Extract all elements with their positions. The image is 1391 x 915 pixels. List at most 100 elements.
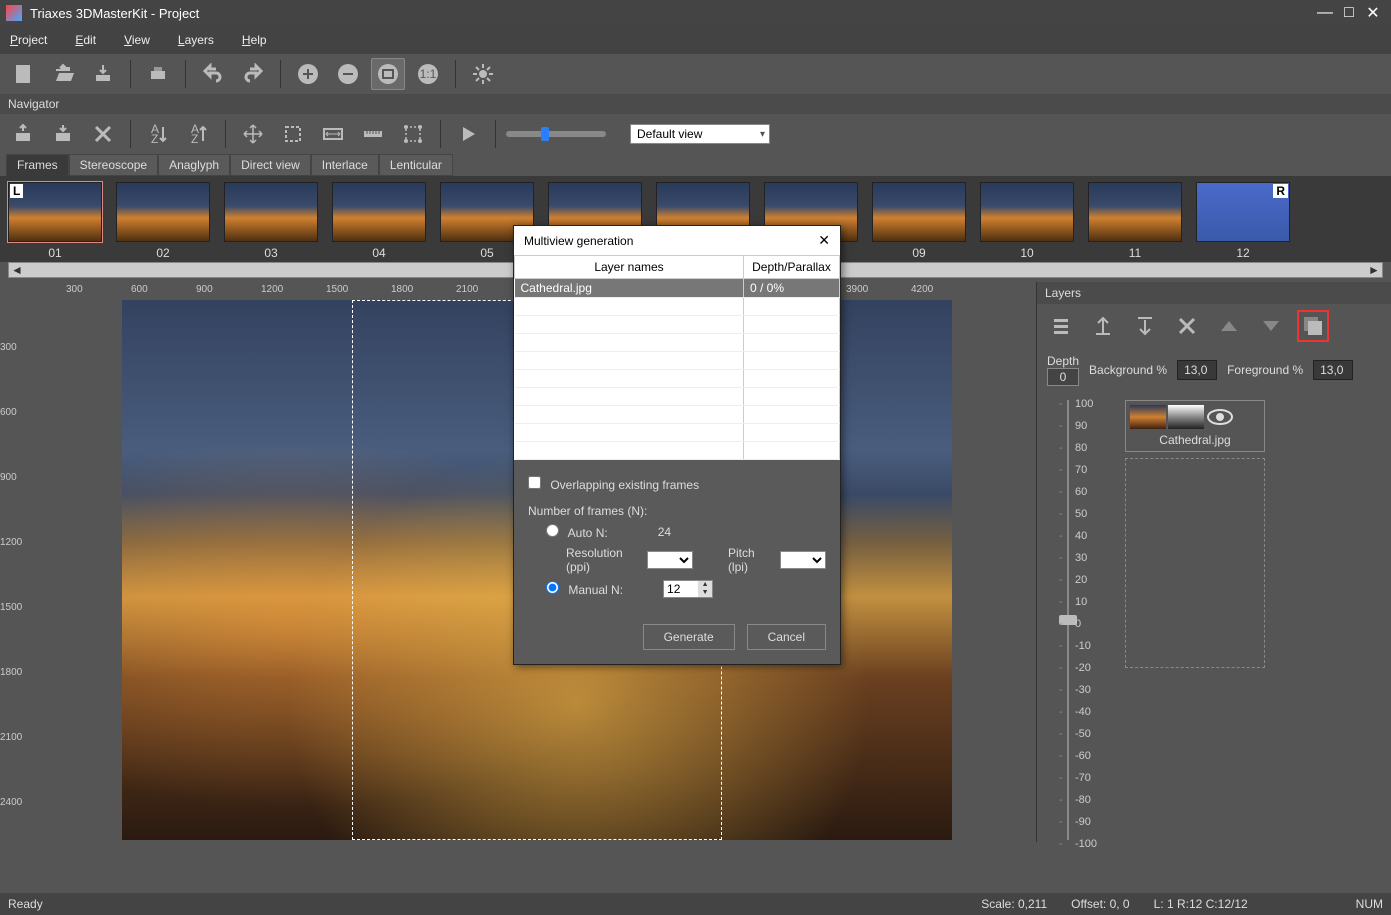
close-button[interactable]: ✕ [1361,3,1385,23]
sort-desc-button[interactable]: AZ [181,118,215,150]
layer-delete-button[interactable] [1171,310,1203,342]
foreground-input[interactable] [1313,360,1353,380]
dialog-close-button[interactable]: ✕ [818,232,830,249]
menu-view[interactable]: View [124,33,150,47]
add-frame-button[interactable] [6,118,40,150]
depth-slider[interactable]: 100 90 80 70 60 50 40 30 20 10 0 -10 -20… [1045,400,1115,840]
menu-edit[interactable]: Edit [75,33,96,47]
multiview-dialog: Multiview generation ✕ Layer namesDepth/… [513,225,841,665]
layer-name: Cathedral.jpg [1130,433,1260,447]
speed-slider[interactable] [506,131,606,137]
new-project-button[interactable] [6,58,40,90]
frame-10[interactable]: 10 [980,182,1074,260]
layer-move-up-button[interactable] [1213,310,1245,342]
frame-03[interactable]: 03 [224,182,318,260]
manual-n-radio[interactable]: Manual N: [546,581,623,597]
scroll-left-icon[interactable]: ◄ [9,263,25,277]
table-row[interactable] [515,352,840,370]
save-project-button[interactable] [86,58,120,90]
table-row[interactable] [515,442,840,460]
auto-n-value: 24 [658,525,671,539]
tab-frames[interactable]: Frames [6,154,69,176]
frame-01[interactable]: 01 [8,182,102,260]
settings-button[interactable] [466,58,500,90]
delete-frame-button[interactable] [86,118,120,150]
layer-up-arrow-button[interactable] [1087,310,1119,342]
tab-interlace[interactable]: Interlace [311,154,379,176]
frame-12[interactable]: 12 [1196,182,1290,260]
table-row[interactable] [515,424,840,442]
resolution-select[interactable] [647,551,693,569]
overlap-checkbox[interactable]: Overlapping existing frames [528,476,699,492]
zoom-in-button[interactable] [291,58,325,90]
layer-drop-area[interactable] [1125,458,1265,668]
tab-lenticular[interactable]: Lenticular [379,154,453,176]
tab-stereoscope[interactable]: Stereoscope [69,154,158,176]
layer-thumb-icon [1130,405,1166,429]
manual-n-input[interactable]: ▲▼ [663,580,713,598]
play-button[interactable] [451,118,485,150]
move-button[interactable] [236,118,270,150]
status-ready: Ready [8,897,43,911]
frame-09[interactable]: 09 [872,182,966,260]
status-num: NUM [1356,897,1383,911]
menu-project[interactable]: Project [10,33,47,47]
menu-bar: Project Edit View Layers Help [0,26,1391,54]
measure-button[interactable] [356,118,390,150]
export-frame-button[interactable] [46,118,80,150]
fit-window-button[interactable] [371,58,405,90]
pitch-select[interactable] [780,551,826,569]
print-button[interactable] [141,58,175,90]
layer-down-arrow-button[interactable] [1129,310,1161,342]
generate-button[interactable]: Generate [643,624,735,650]
frame-04[interactable]: 04 [332,182,426,260]
view-dropdown[interactable]: Default view [630,124,770,144]
layer-align-button[interactable] [1045,310,1077,342]
minimize-button[interactable]: — [1313,4,1337,22]
layers-panel: Layers Depth 0 Background % Foreground % [1036,282,1391,842]
layer-move-down-button[interactable] [1255,310,1287,342]
crop-button[interactable] [276,118,310,150]
tab-direct-view[interactable]: Direct view [230,154,311,176]
table-row[interactable] [515,370,840,388]
layers-toolbar [1037,304,1391,348]
transform-button[interactable] [396,118,430,150]
table-row[interactable] [515,316,840,334]
tab-anaglyph[interactable]: Anaglyph [158,154,230,176]
menu-help[interactable]: Help [242,33,267,47]
frame-02[interactable]: 02 [116,182,210,260]
open-project-button[interactable] [46,58,80,90]
layer-item[interactable]: Cathedral.jpg [1125,400,1265,452]
table-row[interactable] [515,406,840,424]
layer-depth-thumb-icon [1168,405,1204,429]
layer-list: Cathedral.jpg [1125,400,1383,840]
svg-text:Z: Z [191,132,198,145]
status-bar: Ready Scale: 0,211 Offset: 0, 0 L: 1 R:1… [0,893,1391,915]
title-bar: Triaxes 3DMasterKit - Project — □ ✕ [0,0,1391,26]
table-row[interactable] [515,334,840,352]
redo-button[interactable] [236,58,270,90]
table-row[interactable] [515,298,840,316]
layer-stack-button[interactable] [1297,310,1329,342]
zoom-out-button[interactable] [331,58,365,90]
cancel-button[interactable]: Cancel [747,624,826,650]
scroll-right-icon[interactable]: ► [1366,263,1382,277]
foreground-label: Foreground % [1227,363,1303,377]
sort-asc-button[interactable]: AZ [141,118,175,150]
view-tabs: Frames Stereoscope Anaglyph Direct view … [0,154,1391,176]
menu-layers[interactable]: Layers [178,33,214,47]
window-title: Triaxes 3DMasterKit - Project [30,6,1313,21]
undo-button[interactable] [196,58,230,90]
background-label: Background % [1089,363,1167,377]
eye-icon[interactable] [1206,408,1234,426]
col-depth-parallax: Depth/Parallax [744,256,840,279]
resize-button[interactable] [316,118,350,150]
background-input[interactable] [1177,360,1217,380]
table-row[interactable]: Cathedral.jpg0 / 0% [515,279,840,298]
maximize-button[interactable]: □ [1337,4,1361,22]
table-row[interactable] [515,388,840,406]
auto-n-radio[interactable]: Auto N: [546,524,608,540]
frame-11[interactable]: 11 [1088,182,1182,260]
zoom-100-button[interactable]: 1:1 [411,58,445,90]
depth-label: Depth [1047,354,1079,368]
